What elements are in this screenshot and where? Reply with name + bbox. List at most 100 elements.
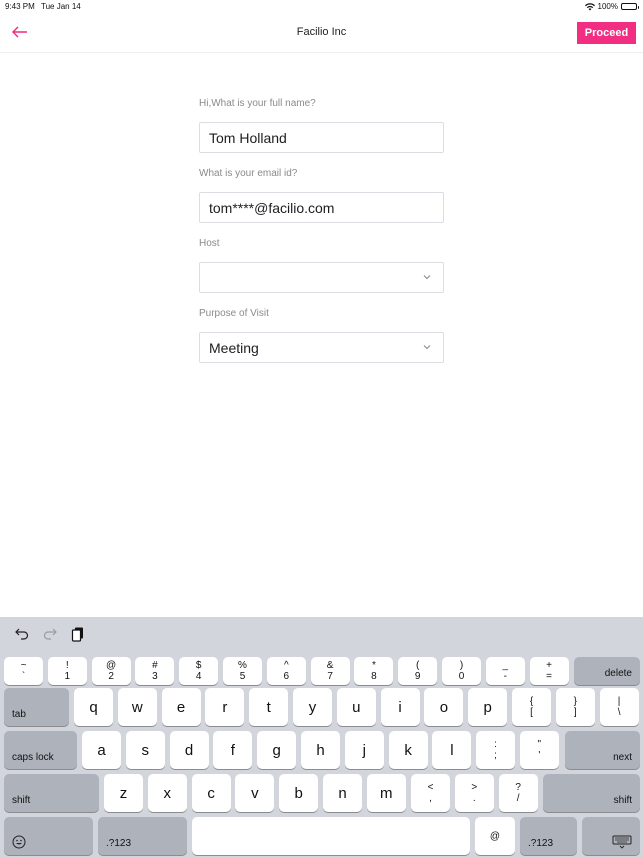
key-o[interactable]: o — [424, 688, 464, 726]
shift-left-key[interactable]: shift — [4, 774, 99, 812]
key-9[interactable]: (9 — [398, 657, 438, 685]
key-u[interactable]: u — [336, 688, 376, 726]
key-0[interactable]: ) 0 — [442, 657, 481, 685]
key-1[interactable]: ! 1 — [47, 657, 87, 685]
key-bottom-glyph: ; — [494, 750, 497, 761]
key-n[interactable]: n — [323, 774, 362, 812]
key-top-glyph: * — [371, 660, 376, 671]
key-bottom-glyph: 1 — [64, 671, 71, 682]
key-\[interactable]: | \ — [599, 688, 639, 726]
key-2[interactable]: @2 — [91, 657, 131, 685]
key-3[interactable]: #3 — [135, 657, 175, 685]
visitor-form: Hi,What is your full name? Tom Holland W… — [199, 96, 444, 376]
key-top-glyph: ? — [515, 782, 521, 793]
host-select[interactable] — [199, 262, 444, 293]
key-][interactable]: }] — [555, 688, 595, 726]
next-key[interactable]: next — [565, 731, 640, 769]
key-bottom-glyph: 9 — [414, 671, 421, 682]
key-a[interactable]: a — [82, 731, 121, 769]
key-f[interactable]: f — [213, 731, 253, 769]
page-title: Facilio Inc — [296, 26, 347, 38]
status-right: 100% — [584, 2, 639, 11]
key-l[interactable]: l — [432, 731, 472, 769]
key-top-glyph: ~ — [20, 660, 27, 671]
key-top-glyph: _ — [502, 660, 509, 671]
key-i[interactable]: i — [380, 688, 420, 726]
key-top-glyph: % — [238, 660, 247, 671]
key-7[interactable]: & 7 — [310, 657, 350, 685]
key-p[interactable]: p — [468, 688, 508, 726]
key-b[interactable]: b — [279, 774, 319, 812]
nav-bar: Facilio Inc Proceed — [0, 14, 643, 53]
key-top-glyph: $ — [195, 660, 202, 671]
wifi-icon — [584, 2, 595, 10]
key-g[interactable]: g — [257, 731, 297, 769]
purpose-value: Meeting — [209, 339, 259, 356]
key-top-glyph: " — [537, 739, 542, 750]
key-4[interactable]: $4 — [179, 657, 219, 685]
key-bottom-glyph: 5 — [239, 671, 246, 682]
key-,[interactable]: <, — [411, 774, 450, 812]
key--[interactable]: _ - — [485, 657, 525, 685]
key-top-glyph: ! — [65, 660, 69, 671]
undo-icon[interactable] — [14, 626, 30, 642]
proceed-button[interactable]: Proceed — [577, 22, 636, 44]
key-t[interactable]: t — [249, 688, 289, 726]
key-y[interactable]: y — [293, 688, 332, 726]
redo-icon[interactable] — [42, 626, 58, 642]
numbers-key-right[interactable]: .?123 — [520, 817, 577, 855]
emoji-key[interactable] — [4, 817, 93, 855]
key-c[interactable]: c — [191, 774, 231, 812]
key-5[interactable]: % 5 — [223, 657, 262, 685]
key-x[interactable]: x — [147, 774, 187, 812]
numbers-key-left[interactable]: .?123 — [98, 817, 187, 855]
space-key[interactable] — [192, 817, 470, 855]
key-bottom-glyph: 0 — [458, 671, 465, 682]
key-top-glyph: ^ — [283, 660, 289, 671]
key-h[interactable]: h — [301, 731, 340, 769]
key-quote[interactable]: :; — [476, 731, 515, 769]
key-bottom-glyph: , — [429, 793, 432, 804]
caps-lock-key[interactable]: caps lock — [4, 731, 77, 769]
key-.[interactable]: >. — [454, 774, 494, 812]
key-quote[interactable]: " ' — [519, 731, 559, 769]
key-[[interactable]: {[ — [512, 688, 551, 726]
full-name-input[interactable]: Tom Holland — [199, 122, 444, 153]
key-d[interactable]: d — [169, 731, 209, 769]
key-8[interactable]: * 8 — [354, 657, 394, 685]
purpose-label: Purpose of Visit — [199, 308, 269, 319]
key-bottom-glyph: ] — [573, 707, 577, 718]
key-k[interactable]: k — [388, 731, 428, 769]
email-value: tom****@facilio.com — [209, 199, 335, 216]
key-`[interactable]: ~ ` — [4, 657, 43, 685]
key-s[interactable]: s — [125, 731, 165, 769]
key-top-glyph: ) — [459, 660, 464, 671]
key-v[interactable]: v — [235, 774, 275, 812]
key-w[interactable]: w — [117, 688, 157, 726]
battery-percent: 100% — [597, 2, 618, 11]
shift-right-key[interactable]: shift — [543, 774, 640, 812]
key-j[interactable]: j — [344, 731, 384, 769]
email-input[interactable]: tom****@facilio.com — [199, 192, 444, 223]
hide-keyboard-key[interactable] — [582, 817, 640, 855]
at-key[interactable]: @ — [475, 817, 515, 855]
key-q[interactable]: q — [74, 688, 113, 726]
key-r[interactable]: r — [205, 688, 245, 726]
key-/[interactable]: ? / — [498, 774, 538, 812]
key-bottom-glyph: ` — [21, 671, 26, 682]
tab-key[interactable]: tab — [4, 688, 69, 726]
keyboard-toolbar — [0, 617, 643, 652]
emoji-icon — [12, 835, 26, 849]
delete-key[interactable]: delete — [574, 657, 640, 685]
full-name-group: Hi,What is your full name? Tom Holland — [199, 96, 444, 166]
purpose-select[interactable]: Meeting — [199, 332, 444, 363]
key-e[interactable]: e — [161, 688, 201, 726]
key-bottom-glyph: 4 — [195, 671, 202, 682]
key-top-glyph: > — [471, 782, 478, 793]
key-z[interactable]: z — [104, 774, 143, 812]
paste-icon[interactable] — [70, 626, 86, 642]
key-=[interactable]: + = — [529, 657, 569, 685]
key-6[interactable]: ^ 6 — [266, 657, 306, 685]
key-m[interactable]: m — [366, 774, 406, 812]
key-bottom-glyph: 7 — [327, 671, 333, 682]
